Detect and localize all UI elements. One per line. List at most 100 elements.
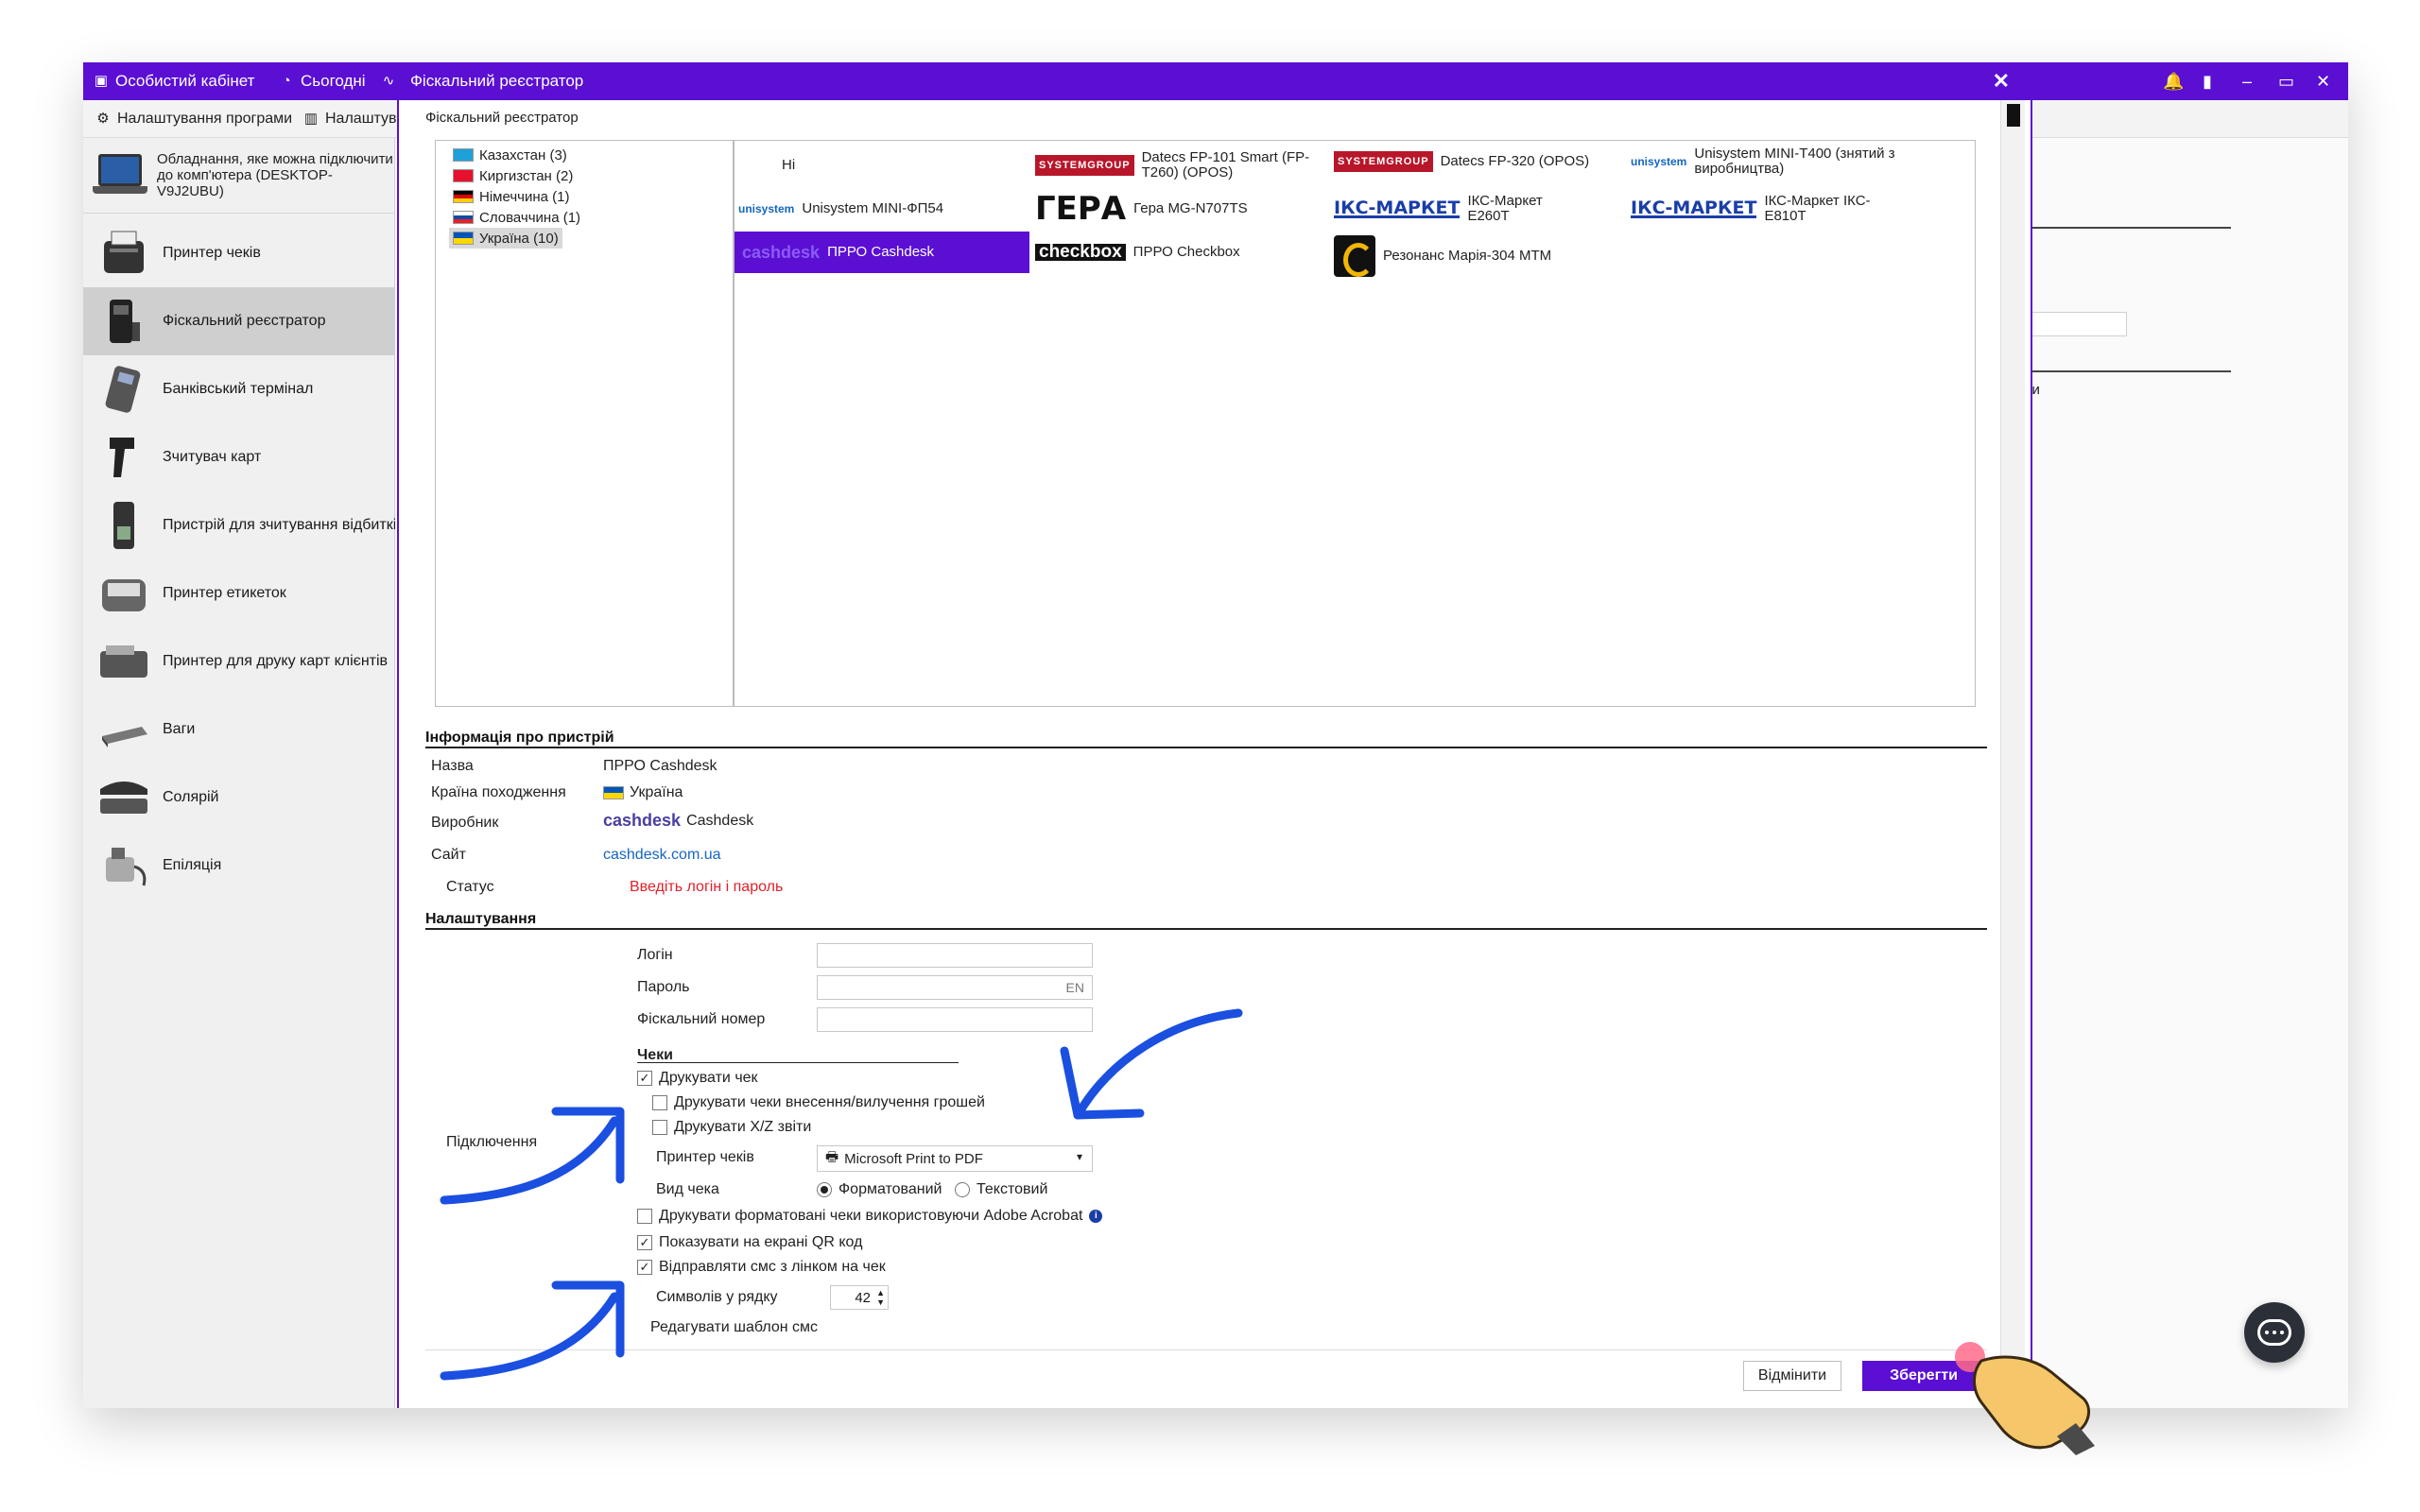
device-iks-e810t[interactable]: ІКС-МАРКЕТ ІКС-Маркет ІКС-Е810Т (1631, 188, 1933, 230)
password-input[interactable]: EN (817, 975, 1093, 1000)
sidebar-item-solarium[interactable]: Солярій (83, 764, 395, 832)
device-label: ПРРО Checkbox (1132, 244, 1240, 260)
account-menu[interactable]: ▣ Особистий кабінет (93, 62, 255, 100)
device-none[interactable]: Ні (782, 145, 795, 186)
close-window-icon[interactable]: ✕ (2316, 62, 2330, 100)
sidebar-item-fiscal-register[interactable]: Фіскальний реєстратор (83, 287, 395, 355)
sidebar-item-label: Фіскальний реєстратор (163, 313, 326, 329)
laptop-icon (93, 153, 147, 198)
tree-item-kyrgyzstan[interactable]: Киргизстан (2) (449, 165, 577, 186)
tree-item-ukraine[interactable]: Україна (10) (449, 228, 562, 249)
radio-label: Текстовий (977, 1181, 1048, 1197)
settings-secondary-label: Налаштув (325, 111, 397, 127)
print-cash-io-checkbox[interactable]: Друкувати чеки внесення/вилучення грошей (652, 1094, 985, 1111)
kazakhstan-flag-icon (453, 148, 474, 162)
tree-item-germany[interactable]: Німеччина (1) (449, 186, 573, 207)
restore-icon[interactable]: ▭ (2278, 62, 2294, 100)
ukraine-flag-icon (603, 786, 624, 799)
systemgroup-logo-icon: SYSTEMGROUP (1035, 155, 1134, 176)
sidebar-header-text: Обладнання, яке можна підключити до комп… (157, 151, 393, 199)
device-prro-cashdesk[interactable]: cashdesk ПРРО Cashdesk (735, 232, 1029, 273)
checkbox-box: ✓ (637, 1260, 652, 1275)
account-label: Особистий кабінет (115, 72, 255, 90)
receipt-printer-select[interactable]: 🖶 Microsoft Print to PDF ▾ (817, 1145, 1093, 1172)
edit-sms-template-link[interactable]: Редагувати шаблон смс (650, 1319, 818, 1336)
sidebar-item-label-printer[interactable]: Принтер етикеток (83, 559, 395, 627)
checkbox-box (652, 1120, 667, 1135)
minimize-icon[interactable]: – (2242, 62, 2252, 100)
sidebar-item-epilation[interactable]: Епіляція (83, 832, 395, 900)
dialog-title: Фіскальний реєстратор (410, 72, 584, 90)
info-maker-value: cashdesk Cashdesk (603, 811, 753, 831)
sidebar-item-bank-terminal[interactable]: Банківський термінал (83, 355, 395, 423)
background-input[interactable] (2023, 312, 2127, 336)
info-site-link[interactable]: cashdesk.com.ua (603, 847, 721, 864)
info-icon[interactable]: i (1089, 1210, 1103, 1223)
sidebar-item-receipt-printer[interactable]: Принтер чеків (83, 219, 395, 287)
receipt-view-label: Вид чека (656, 1181, 719, 1197)
save-button[interactable]: Зберегти (1862, 1361, 1985, 1391)
fiscal-register-dialog: Фіскальний реєстратор ✕ Фіскальний реєст… (397, 62, 2032, 1408)
device-rezonans[interactable]: Резонанс Марія-304 МТМ (1334, 235, 1551, 277)
sidebar-item-card-reader[interactable]: Зчитувач карт (83, 423, 395, 491)
iks-market-logo-icon: ІКС-МАРКЕТ (1334, 197, 1461, 218)
view-text-radio[interactable]: Текстовий (955, 1181, 1047, 1198)
sidebar-item-scales[interactable]: Ваги (83, 696, 395, 764)
tree-item-label: Німеччина (1) (479, 188, 570, 205)
settings-secondary-button[interactable]: ▥ Налаштув (302, 100, 397, 138)
device-label: Datecs FP-101 Smart (FP-T260) (OPOS) (1141, 149, 1310, 180)
checkbox-box: ✓ (637, 1071, 652, 1086)
fiscal-register-icon (96, 294, 151, 349)
view-formatted-radio[interactable]: Форматований (817, 1181, 942, 1198)
sidebar-item-label: Принтер для друку карт клієнтів (163, 653, 389, 669)
unisystem-logo-icon: unisystem (738, 202, 795, 215)
connection-label: Підключення (446, 1134, 538, 1150)
sidebar-item-card-printer[interactable]: Принтер для друку карт клієнтів (83, 627, 395, 696)
device-unisystem-fp54[interactable]: unisystem Unisystem MINI-ФП54 (738, 188, 943, 230)
device-iks-e260t[interactable]: ІКС-МАРКЕТ ІКС-Маркет Е260Т (1334, 188, 1608, 230)
checkbox-label: Показувати на екрані QR код (659, 1234, 863, 1250)
tree-item-kazakhstan[interactable]: Казахстан (3) (449, 145, 571, 165)
screenshot-stage: ▣ Особистий кабінет ◔ Сьогодні ∿ 🔔 ▮ – ▭… (0, 0, 2420, 1512)
chars-per-line-stepper[interactable]: 42 ▲ ▼ (830, 1285, 889, 1310)
password-label: Пароль (637, 979, 690, 995)
sidebar-item-label: Епіляція (163, 857, 222, 873)
info-name-value: ПРРО Cashdesk (603, 758, 717, 774)
bell-icon[interactable]: 🔔 (2163, 62, 2184, 100)
cancel-button[interactable]: Відмінити (1743, 1361, 1841, 1391)
chars-per-line-label: Символів у рядку (656, 1289, 778, 1305)
device-sidebar: Обладнання, яке можна підключити до комп… (83, 138, 395, 1408)
lock-icon[interactable]: ▮ (2203, 62, 2212, 100)
stepper-arrows-icon[interactable]: ▲ ▼ (876, 1288, 885, 1307)
section-divider (425, 747, 1987, 748)
scrollbar-thumb[interactable] (2007, 104, 2020, 127)
device-datecs-fp101[interactable]: SYSTEMGROUP Datecs FP-101 Smart (FP-T260… (1035, 145, 1319, 186)
chat-widget-button[interactable] (2244, 1302, 2305, 1363)
dialog-scrollbar[interactable] (2000, 100, 2025, 1408)
ukraine-flag-icon (453, 232, 474, 245)
info-site-label: Сайт (431, 847, 466, 863)
print-receipt-checkbox[interactable]: ✓ Друкувати чек (637, 1070, 758, 1087)
device-unisystem-t400[interactable]: unisystem Unisystem MINI-T400 (знятий з … (1631, 141, 1914, 182)
device-gera-mg[interactable]: ГЕРА Гера MG-N707TS (1035, 188, 1248, 230)
show-qr-checkbox[interactable]: ✓ Показувати на екрані QR код (637, 1234, 862, 1251)
send-sms-checkbox[interactable]: ✓ Відправляти смс з лінком на чек (637, 1259, 886, 1276)
settings-heading: Налаштування (425, 911, 537, 927)
receipt-printer-value: Microsoft Print to PDF (844, 1150, 983, 1167)
print-acrobat-checkbox[interactable]: Друкувати форматовані чеки використовуюч… (637, 1208, 1103, 1225)
sidebar-item-label: Принтер етикеток (163, 585, 286, 601)
fiscal-number-input[interactable] (817, 1007, 1093, 1032)
activity-menu[interactable]: ∿ (380, 62, 397, 100)
app-settings-button[interactable]: ⚙ Налаштування програми (95, 100, 292, 138)
device-datecs-fp320[interactable]: SYSTEMGROUP Datecs FP-320 (OPOS) (1334, 141, 1589, 182)
sidebar-item-fingerprint-reader[interactable]: Пристрій для зчитування відбитків (83, 491, 395, 559)
login-input[interactable] (817, 943, 1093, 968)
today-menu[interactable]: ◔ Сьогодні (278, 62, 365, 100)
sidebar-item-label: Принтер чеків (163, 245, 261, 261)
building-icon: ▥ (303, 111, 319, 127)
tree-item-slovakia[interactable]: Словаччина (1) (449, 207, 584, 228)
print-xz-checkbox[interactable]: Друкувати X/Z звіти (652, 1119, 811, 1136)
device-prro-checkbox[interactable]: checkbox ПРРО Checkbox (1035, 232, 1240, 273)
device-label: Unisystem MINI-ФП54 (802, 200, 944, 216)
dialog-close-icon[interactable]: ✕ (1993, 62, 2010, 100)
